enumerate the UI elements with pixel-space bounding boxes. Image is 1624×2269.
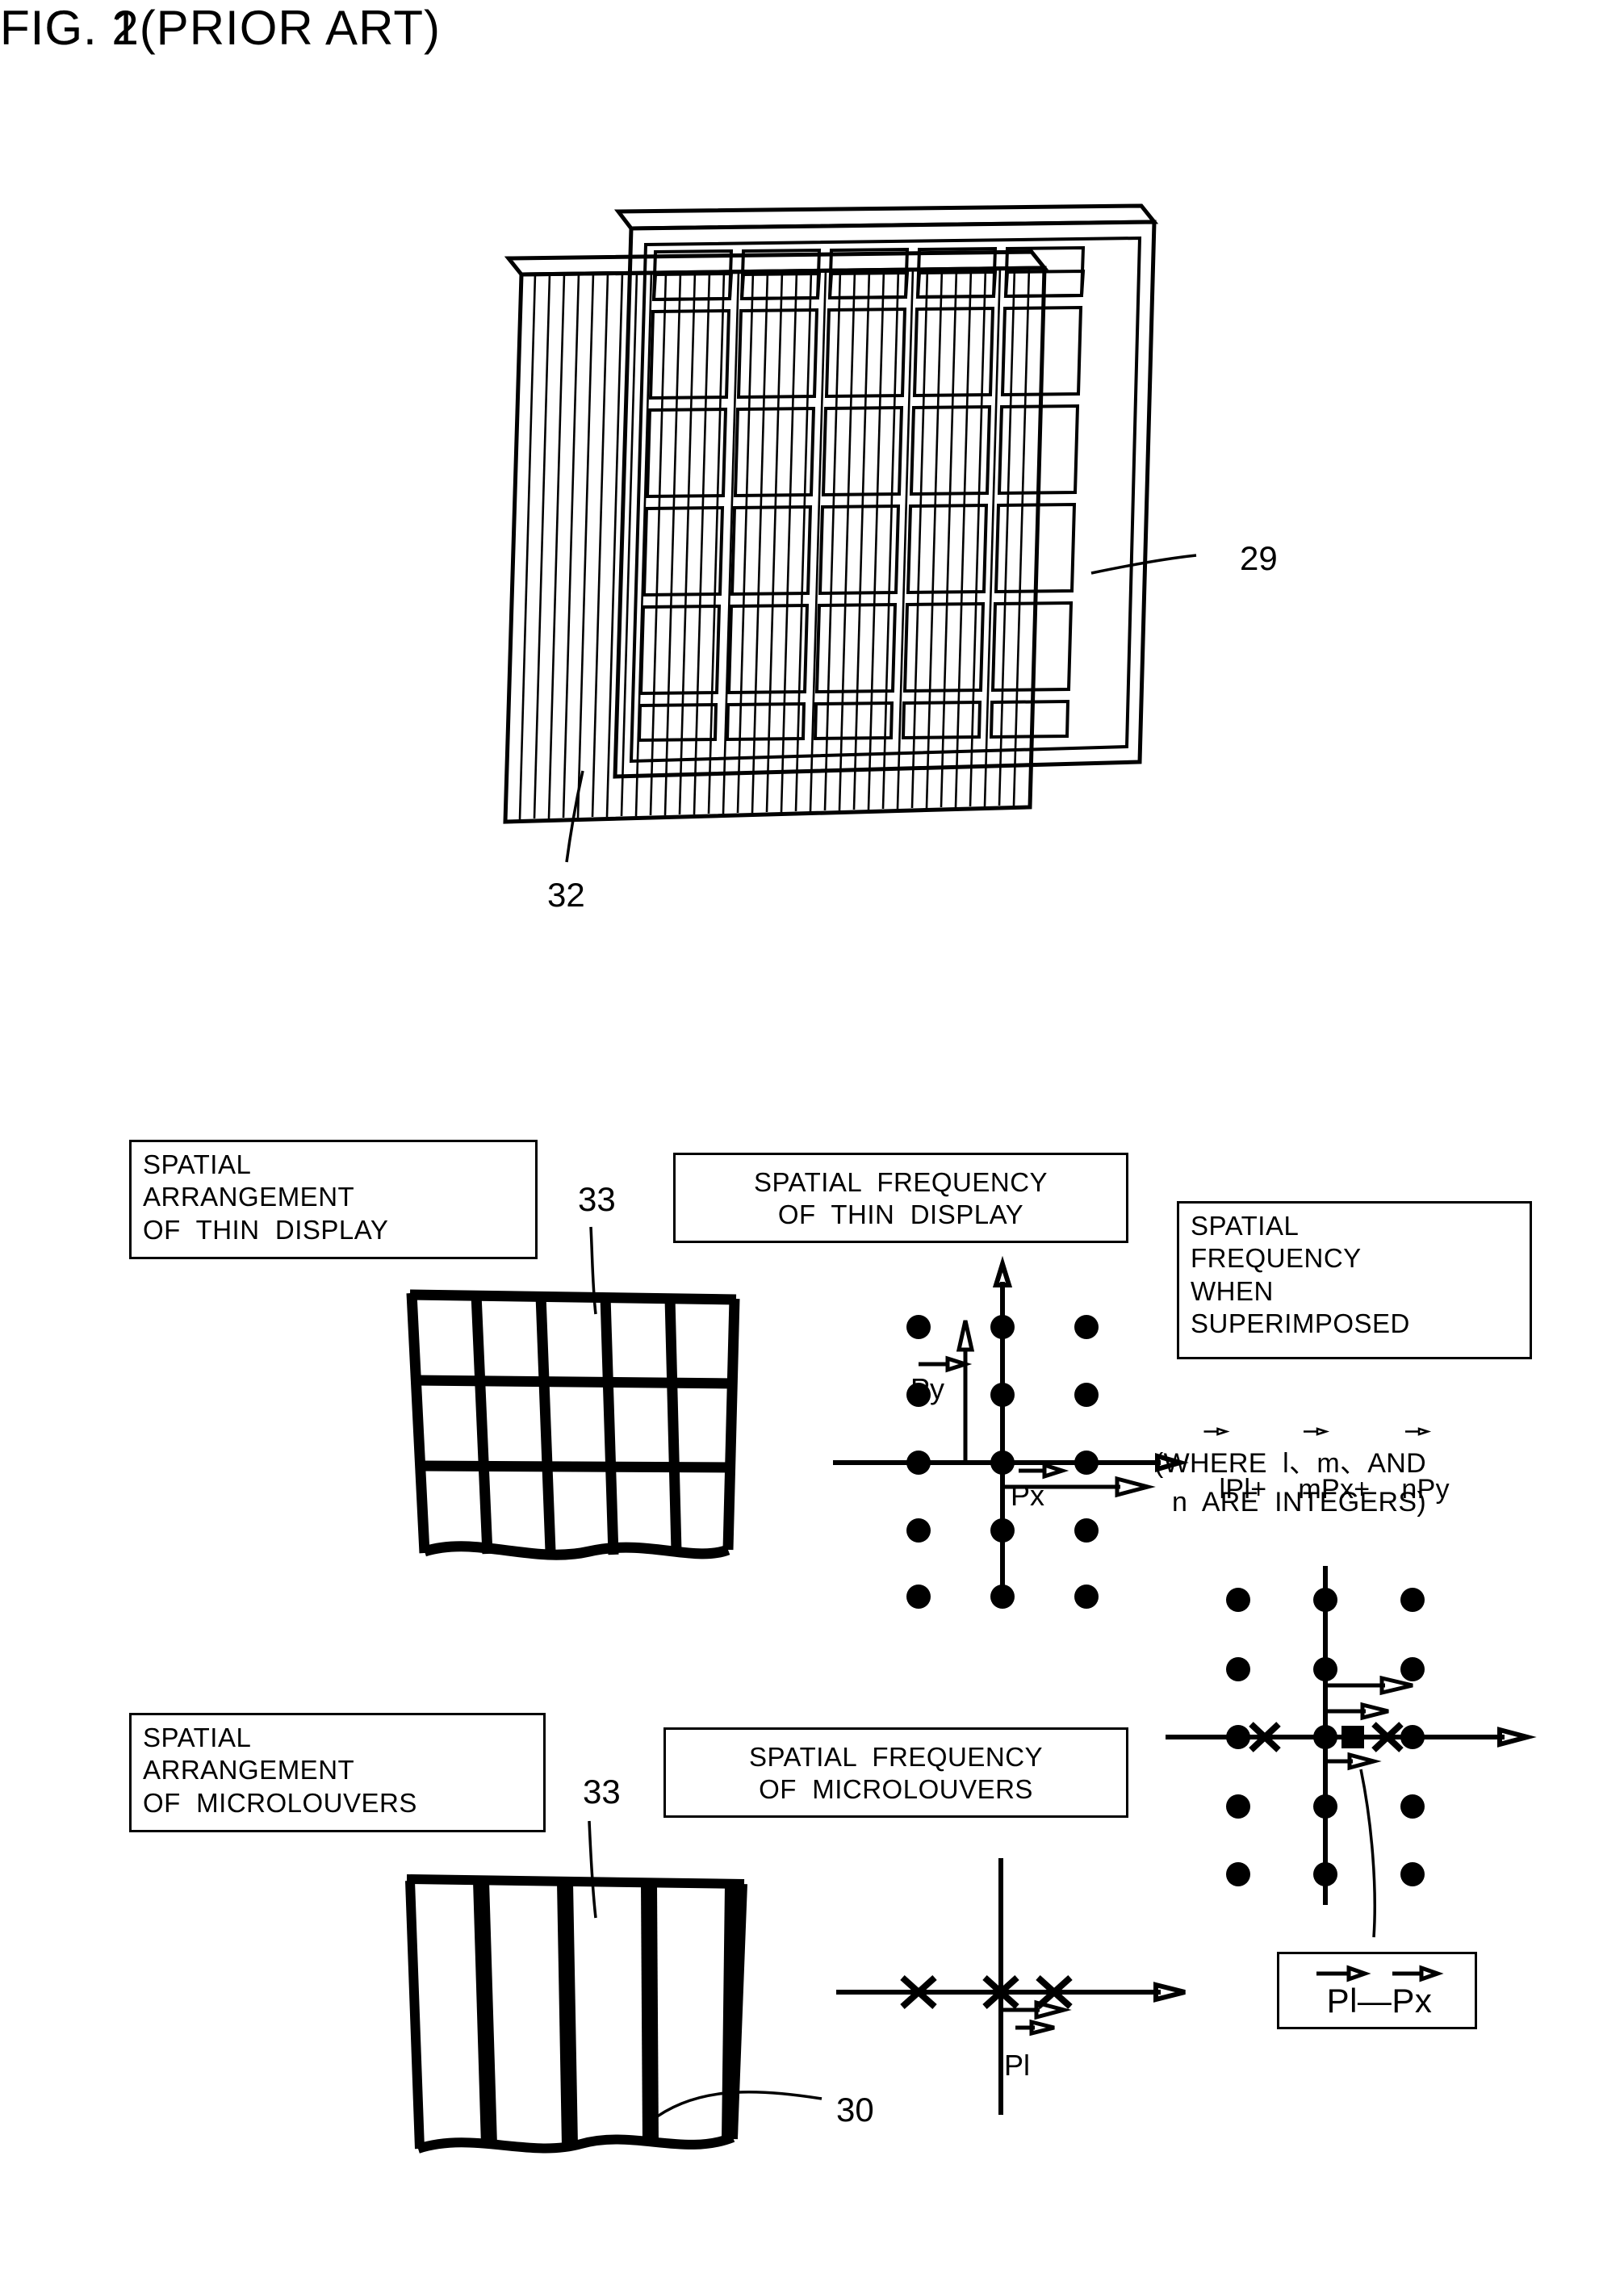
box-spatial-frequency-thin-display: SPATIAL FREQUENCY OF THIN DISPLAY	[673, 1153, 1128, 1243]
thin-display-grid-drawing	[406, 1289, 740, 1561]
chart-spatial-frequency-superimposed	[1166, 1566, 1537, 1938]
fig2-leader-33a	[589, 1226, 597, 1315]
fig1-ref-29: 29	[1240, 539, 1278, 577]
box-spatial-frequency-superimposed: SPATIAL FREQUENCY WHEN SUPERIMPOSED	[1177, 1201, 1532, 1359]
fig1-ref-32: 32	[547, 876, 585, 914]
box-pl-minus-px: Pl—Px	[1277, 1952, 1477, 2029]
box-spatial-frequency-microlouvers: SPATIAL FREQUENCY OF MICROLOUVERS	[663, 1727, 1128, 1818]
px-label-group: Px	[1011, 1462, 1069, 1513]
pl-label: Pl	[1004, 2049, 1031, 2082]
pl-minus-px-text: Pl—Px	[1327, 1982, 1433, 2020]
py-label-group: Py	[910, 1355, 973, 1406]
fig2-leader-33b	[588, 1820, 597, 1919]
box-spatial-arrangement-thin-display: SPATIAL ARRANGEMENT OF THIN DISPLAY	[129, 1140, 538, 1259]
pl-vectors	[1002, 1999, 1072, 2037]
chart-spatial-frequency-thin-display	[833, 1255, 1189, 1609]
fig2-ref-33b: 33	[583, 1773, 621, 1811]
fig2-title: FIG. 2(PRIOR ART)	[0, 1, 441, 55]
formula-where-line2: n ARE INTEGERS)	[1172, 1487, 1426, 1518]
box-spatial-arrangement-microlouvers: SPATIAL ARRANGEMENT OF MICROLOUVERS	[129, 1713, 546, 1832]
py-vector	[956, 1320, 975, 1461]
superimposed-square-marker	[1341, 1726, 1364, 1748]
fig1-drawing	[503, 203, 1197, 863]
formula-where-line1: (WHERE l、m、AND	[1154, 1448, 1426, 1479]
